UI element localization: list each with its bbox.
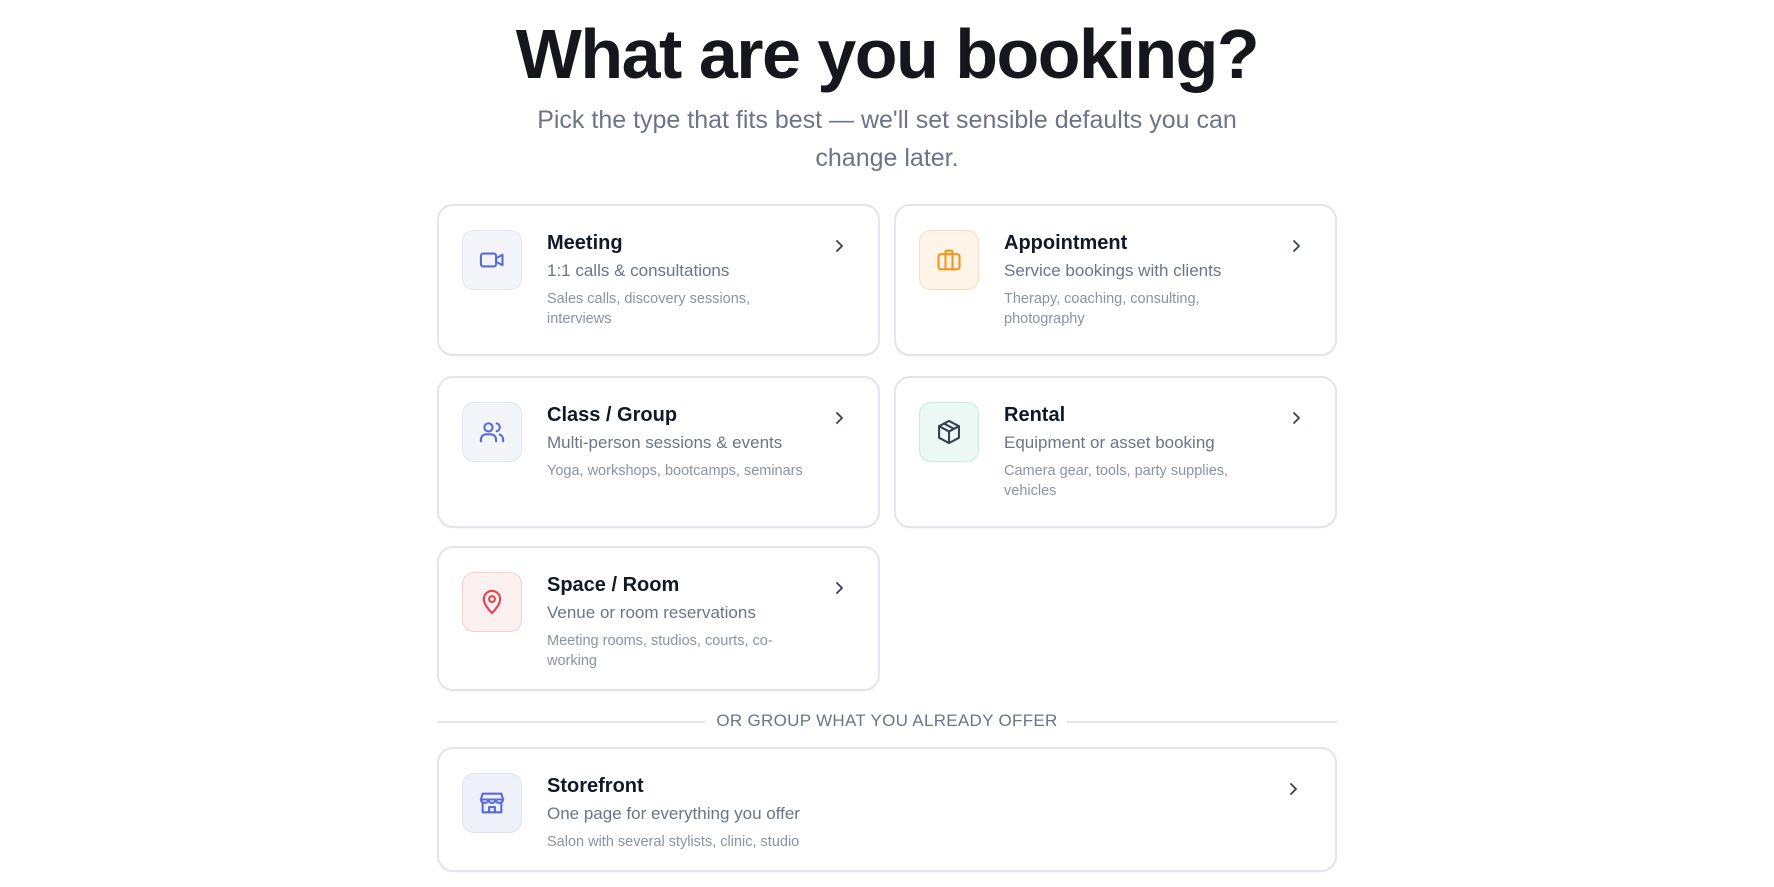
card-subtitle: One page for everything you offer (547, 804, 800, 823)
chevron-right-icon (836, 582, 843, 594)
chevron-right-icon (1293, 240, 1300, 252)
rental-text: Rental Equipment or asset booking Camera… (1004, 402, 1275, 501)
users-icon (479, 422, 505, 443)
booking-type-card-appointment[interactable]: Appointment Service bookings with client… (894, 204, 1337, 356)
chevron-right-icon (836, 240, 843, 252)
card-subtitle: Service bookings with clients (1004, 261, 1222, 280)
booking-type-page: What are you booking? Pick the type that… (0, 0, 1774, 887)
video-camera-icon (479, 252, 504, 268)
card-title: Storefront (547, 775, 644, 797)
chevron-right-icon (836, 412, 843, 424)
card-examples: Camera gear, tools, party supplies, vehi… (1004, 463, 1229, 499)
booking-type-card-space-room[interactable]: Space / Room Venue or room reservations … (437, 546, 880, 691)
storefront-text: Storefront One page for everything you o… (547, 773, 1275, 852)
card-subtitle: Multi-person sessions & events (547, 433, 783, 452)
card-subtitle: Venue or room reservations (547, 603, 756, 622)
section-divider: OR GROUP WHAT YOU ALREADY OFFER (437, 706, 1337, 736)
meeting-text: Meeting 1:1 calls & consultations Sales … (547, 230, 818, 329)
space-room-text: Space / Room Venue or room reservations … (547, 572, 818, 671)
card-title: Rental (1004, 404, 1066, 426)
booking-type-card-class-group[interactable]: Class / Group Multi-person sessions & ev… (437, 376, 880, 528)
appointment-text: Appointment Service bookings with client… (1004, 230, 1275, 329)
card-title: Meeting (547, 232, 623, 254)
rental-icon-box (919, 402, 979, 462)
appointment-icon-box (919, 230, 979, 290)
meeting-icon-box (462, 230, 522, 290)
page-subtitle: Pick the type that fits best — we'll set… (537, 106, 1237, 172)
card-subtitle: Equipment or asset booking (1004, 433, 1215, 452)
booking-type-card-rental[interactable]: Rental Equipment or asset booking Camera… (894, 376, 1337, 528)
page-title: What are you booking? (515, 15, 1260, 93)
card-examples: Sales calls, discovery sessions, intervi… (547, 291, 751, 327)
briefcase-icon (937, 249, 961, 271)
card-examples: Salon with several stylists, clinic, stu… (547, 834, 800, 850)
space-room-icon-box (462, 572, 522, 632)
divider-line-right (1067, 721, 1337, 723)
card-examples: Therapy, coaching, consulting, photograp… (1004, 291, 1200, 327)
card-title: Appointment (1004, 232, 1128, 254)
class-group-text: Class / Group Multi-person sessions & ev… (547, 402, 818, 481)
card-title: Class / Group (547, 404, 678, 426)
chevron-right-icon (1290, 783, 1297, 795)
booking-type-card-meeting[interactable]: Meeting 1:1 calls & consultations Sales … (437, 204, 880, 356)
class-group-icon-box (462, 402, 522, 462)
map-pin-icon (482, 589, 502, 615)
storefront-icon (479, 792, 505, 814)
card-examples: Meeting rooms, studios, courts, co-worki… (547, 633, 773, 669)
card-subtitle: 1:1 calls & consultations (547, 261, 730, 280)
storefront-icon-box (462, 773, 522, 833)
card-examples: Yoga, workshops, bootcamps, seminars (547, 463, 803, 479)
booking-type-card-storefront[interactable]: Storefront One page for everything you o… (437, 747, 1337, 872)
card-title: Space / Room (547, 574, 680, 596)
chevron-right-icon (1293, 412, 1300, 424)
package-box-icon (938, 419, 960, 445)
